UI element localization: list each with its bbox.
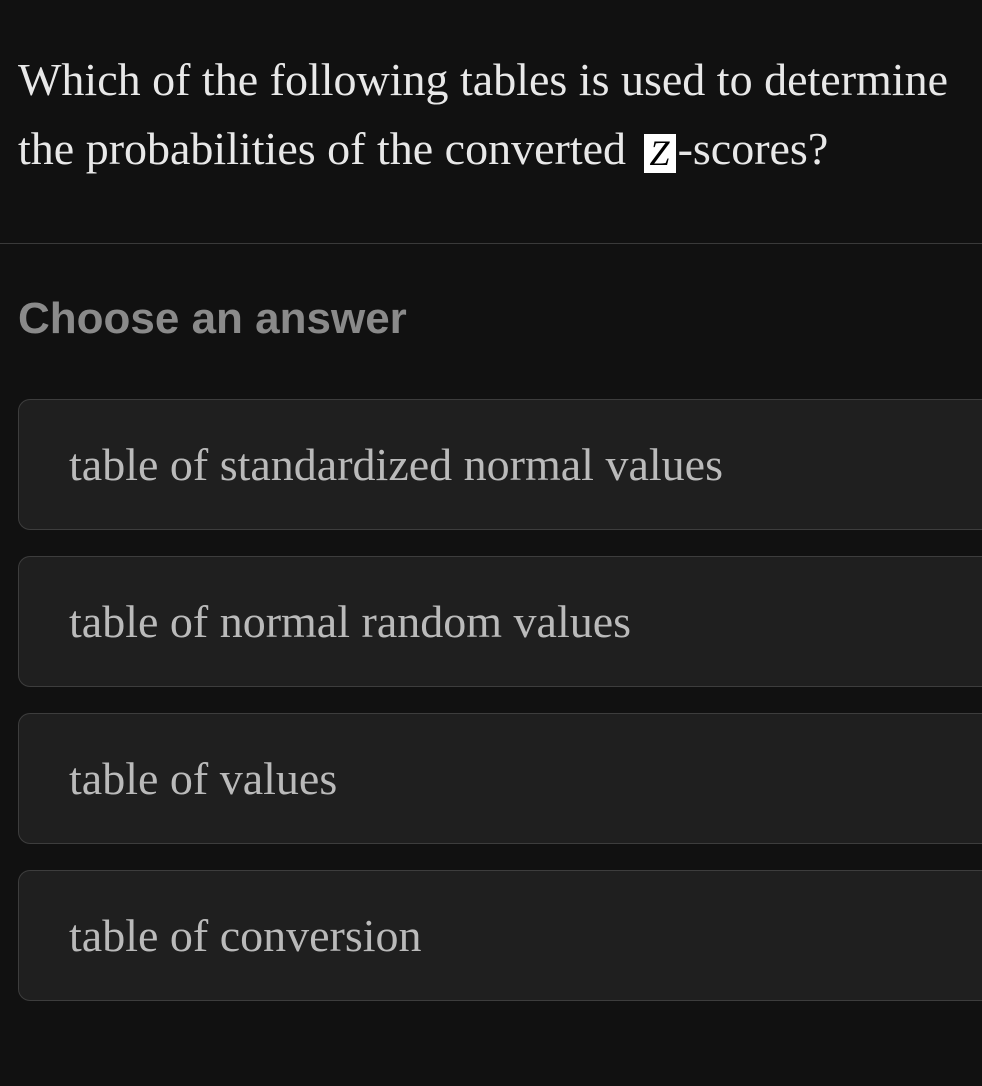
answer-option-text: table of normal random values (69, 596, 631, 647)
answer-option-2[interactable]: table of values (18, 713, 982, 844)
answer-option-1[interactable]: table of normal random values (18, 556, 982, 687)
question-text-after: -scores? (678, 123, 829, 174)
question-section: Which of the following tables is used to… (0, 0, 982, 244)
z-badge: Z (644, 134, 676, 174)
answer-option-0[interactable]: table of standardized normal values (18, 399, 982, 530)
answer-option-text: table of values (69, 753, 337, 804)
choose-answer-label: Choose an answer (18, 294, 982, 344)
answer-option-text: table of standardized normal values (69, 439, 723, 490)
answer-option-text: table of conversion (69, 910, 422, 961)
answer-option-3[interactable]: table of conversion (18, 870, 982, 1001)
question-text: Which of the following tables is used to… (18, 45, 964, 183)
answer-section: Choose an answer table of standardized n… (0, 244, 982, 1001)
